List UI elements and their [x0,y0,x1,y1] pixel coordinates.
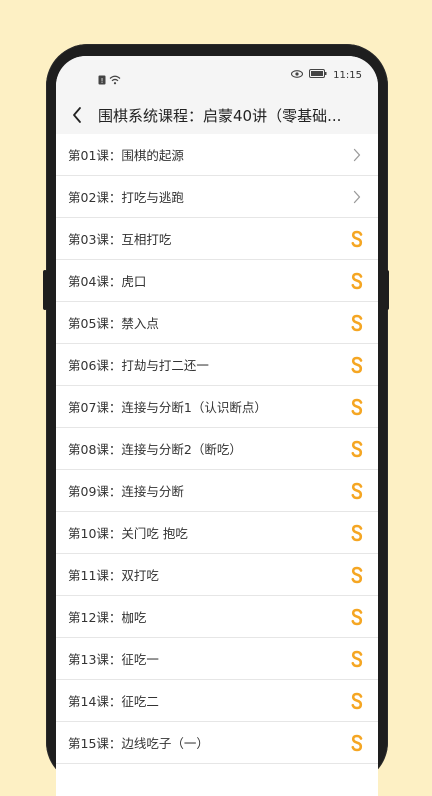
lesson-title: 第01课：围棋的起源 [68,148,184,163]
coin-icon [350,692,364,710]
lesson-item[interactable]: 第14课：征吃二 [56,680,378,722]
lesson-item[interactable]: 第09课：连接与分断 [56,470,378,512]
status-left: ! [98,70,121,89]
status-right: 11:15 [291,69,362,81]
app-header: 围棋系统课程：启蒙40讲（零基础... [56,96,378,134]
svg-text:!: ! [101,77,104,85]
back-arrow-icon [73,107,81,123]
lesson-title: 第05课：禁入点 [68,316,159,331]
lesson-title: 第11课：双打吃 [68,568,159,583]
coin-icon [350,734,364,752]
eye-icon [291,69,304,81]
page-title: 围棋系统课程：启蒙40讲（零基础... [98,106,342,125]
lesson-title: 第10课：关门吃 抱吃 [68,526,188,541]
coin-icon [350,650,364,668]
phone-side-button [385,270,389,310]
coin-icon [350,398,364,416]
lesson-item[interactable]: 第15课：边线吃子（一） [56,722,378,764]
lesson-item[interactable]: 第05课：禁入点 [56,302,378,344]
chevron-right-icon [350,188,364,206]
lesson-title: 第14课：征吃二 [68,694,159,709]
lesson-item[interactable]: 第07课：连接与分断1（认识断点） [56,386,378,428]
coin-icon [350,566,364,584]
sim-icon: ! [98,70,106,89]
status-time: 11:15 [333,69,362,81]
lesson-title: 第03课：互相打吃 [68,232,172,247]
coin-icon [350,230,364,248]
lesson-title: 第12课：枷吃 [68,610,147,625]
wifi-icon [109,70,121,89]
lesson-item[interactable]: 第01课：围棋的起源 [56,134,378,176]
coin-icon [350,272,364,290]
lesson-item[interactable]: 第08课：连接与分断2（断吃） [56,428,378,470]
coin-icon [350,356,364,374]
status-bar: ! 11:15 [56,56,378,96]
lesson-item[interactable]: 第04课：虎口 [56,260,378,302]
lesson-title: 第09课：连接与分断 [68,484,184,499]
coin-icon [350,608,364,626]
lesson-title: 第06课：打劫与打二还一 [68,358,209,373]
lesson-list: 第01课：围棋的起源 第02课：打吃与逃跑 第03课：互相打吃 第04课：虎口 第05课… [56,134,378,764]
lesson-title: 第08课：连接与分断2（断吃） [68,442,242,457]
back-button[interactable] [60,96,94,134]
lesson-item[interactable]: 第03课：互相打吃 [56,218,378,260]
lesson-title: 第15课：边线吃子（一） [68,736,209,751]
coin-icon [350,440,364,458]
battery-icon [309,69,327,81]
lesson-item[interactable]: 第10课：关门吃 抱吃 [56,512,378,554]
lesson-title: 第02课：打吃与逃跑 [68,190,184,205]
lesson-item[interactable]: 第12课：枷吃 [56,596,378,638]
lesson-item[interactable]: 第02课：打吃与逃跑 [56,176,378,218]
coin-icon [350,524,364,542]
lesson-item[interactable]: 第13课：征吃一 [56,638,378,680]
phone-frame: ! 11:15 围棋系统课程：启蒙40讲（零基础... 第01课：围棋的起源 第… [46,44,388,796]
lesson-title: 第07课：连接与分断1（认识断点） [68,400,267,415]
phone-side-button [43,270,47,310]
chevron-right-icon [350,146,364,164]
lesson-title: 第13课：征吃一 [68,652,159,667]
lesson-item[interactable]: 第11课：双打吃 [56,554,378,596]
lesson-title: 第04课：虎口 [68,274,147,289]
lesson-item[interactable]: 第06课：打劫与打二还一 [56,344,378,386]
coin-icon [350,482,364,500]
coin-icon [350,314,364,332]
screen: ! 11:15 围棋系统课程：启蒙40讲（零基础... 第01课：围棋的起源 第… [56,56,378,796]
